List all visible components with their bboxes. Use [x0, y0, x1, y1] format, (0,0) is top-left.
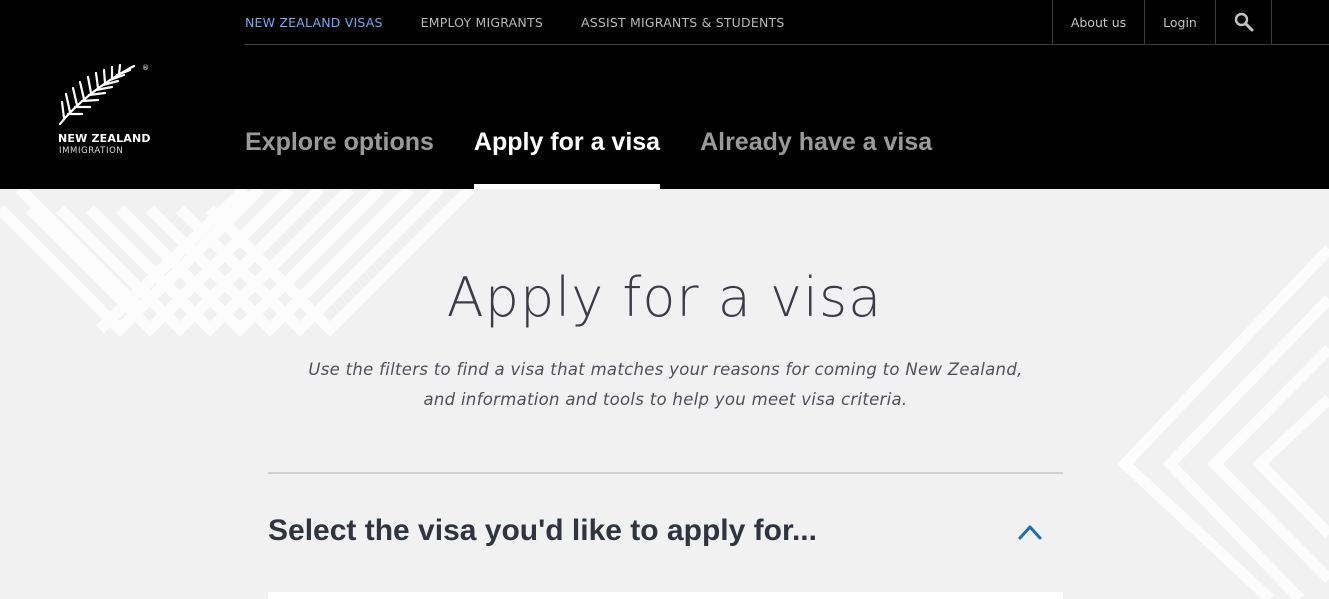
tab-explore-options[interactable]: Explore options: [245, 128, 434, 189]
page-title: Apply for a visa: [446, 266, 883, 329]
topnav-new-zealand-visas[interactable]: NEW ZEALAND VISAS: [245, 15, 383, 30]
page-intro: Use the filters to find a visa that matc…: [308, 360, 1023, 409]
section-divider: [268, 472, 1063, 474]
main-navigation: Explore options Apply for a visa Already…: [245, 128, 972, 189]
logo-text-immigration: IMMIGRATION: [59, 146, 124, 156]
search-icon: [1234, 12, 1253, 32]
topnav-assist-migrants-students[interactable]: ASSIST MIGRANTS & STUDENTS: [581, 15, 785, 30]
search-button[interactable]: [1215, 0, 1272, 44]
utility-nav: About us Login: [1052, 0, 1272, 44]
about-us-link[interactable]: About us: [1052, 0, 1144, 44]
logo-text-new-zealand: NEW ZEALAND: [58, 132, 151, 145]
select-visa-heading: Select the visa you'd like to apply for.…: [268, 514, 817, 547]
registered-mark: ®: [142, 64, 149, 72]
top-navigation: NEW ZEALAND VISAS EMPLOY MIGRANTS ASSIST…: [245, 0, 822, 44]
topnav-employ-migrants[interactable]: EMPLOY MIGRANTS: [421, 15, 543, 30]
chevron-up-icon[interactable]: [1016, 520, 1044, 544]
site-header: ® NEW ZEALAND IMMIGRATION NEW ZEALAND VI…: [0, 0, 1329, 189]
visa-filter-panel: [268, 592, 1063, 599]
tab-apply-for-a-visa[interactable]: Apply for a visa: [473, 128, 661, 189]
topnav-divider: [244, 44, 1329, 45]
login-link[interactable]: Login: [1144, 0, 1215, 44]
tab-already-have-a-visa[interactable]: Already have a visa: [700, 128, 932, 189]
